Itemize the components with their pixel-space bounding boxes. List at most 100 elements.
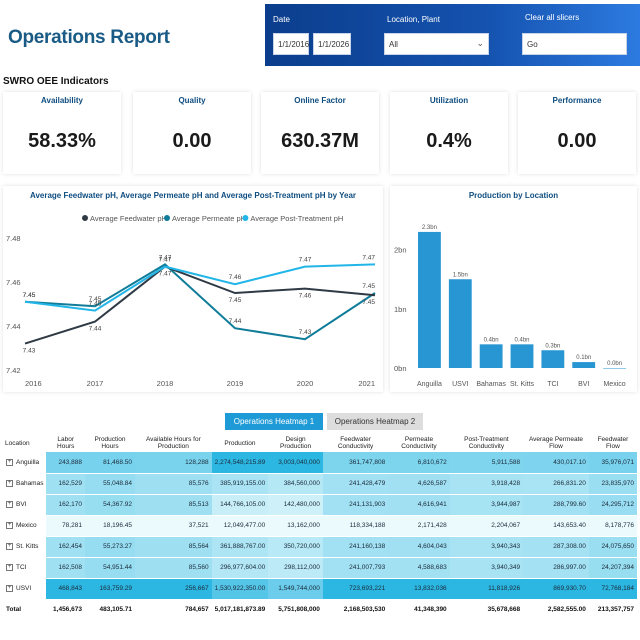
table-cell: 385,919,155.00 <box>211 473 269 495</box>
table-row: + TCI 162,508 54,951.44 85,560 296,977,604.00… <box>3 557 637 579</box>
table-row: + St. Kitts 162,454 55,273.27 85,564 361,888,… <box>3 536 637 558</box>
location-name: Anguilla <box>16 458 40 466</box>
expand-icon[interactable]: + <box>6 479 13 487</box>
table-cell: 163,759.29 <box>84 578 136 600</box>
expand-icon[interactable]: + <box>6 500 13 508</box>
x-tick-label: St. Kitts <box>510 381 535 388</box>
y-tick-label: 2bn <box>394 246 407 255</box>
table-cell: 162,508 <box>46 557 85 579</box>
kpi-label: Utilization <box>429 96 469 105</box>
column-header[interactable]: Production <box>212 434 269 452</box>
table-cell: 350,720,000 <box>268 536 323 558</box>
total-cell: 784,657 <box>135 598 212 621</box>
chevron-down-icon: ⌄ <box>476 38 484 48</box>
location-name: TCI <box>16 564 27 572</box>
expand-icon[interactable]: + <box>6 458 13 466</box>
table-cell: 241,131,903 <box>322 494 389 516</box>
clear-slicers-button[interactable]: Go <box>522 33 627 55</box>
date-start-input[interactable]: 1/1/2016 <box>273 33 309 55</box>
total-cell: 2,168,503,530 <box>322 598 389 621</box>
column-header[interactable]: Post-Treatment Conductivity <box>450 434 523 452</box>
legend-label-1: Average Permeate pH <box>172 214 246 223</box>
clear-slicers-label: Clear all slicers <box>525 13 580 22</box>
table-cell: 37,521 <box>135 515 212 537</box>
table-cell: 4,588,683 <box>388 557 450 579</box>
table-total-row: Total 1,456,673 483,105.71 784,657 5,017,181… <box>3 598 637 621</box>
expand-icon[interactable]: + <box>6 521 13 529</box>
kpi-label: Quality <box>178 96 206 105</box>
kpi-section-title: SWRO OEE Indicators <box>3 76 109 87</box>
table-cell: 24,295,712 <box>588 494 637 516</box>
expand-icon[interactable]: + <box>6 584 13 592</box>
data-label: 7.47 <box>299 257 312 264</box>
table-cell: 13,832,036 <box>388 578 450 600</box>
kpi-card-online-factor: Online Factor 630.37M <box>261 92 379 174</box>
location-name: Mexico <box>16 522 37 530</box>
ph-line-chart: Average Feedwater pH Average Permeate pH A… <box>6 214 376 388</box>
data-label: 0.1bn <box>576 355 591 361</box>
expand-icon[interactable]: + <box>6 563 13 571</box>
data-label: 7.45 <box>362 283 375 290</box>
table-row: + USVI 468,843 163,759.29 256,667 1,530,922,3… <box>3 578 637 600</box>
total-cell: 41,348,390 <box>388 598 450 621</box>
data-label: 7.43 <box>299 329 312 336</box>
table-cell: 1,549,744,000 <box>268 578 323 600</box>
column-header[interactable]: Feedwater Flow <box>589 434 637 452</box>
table-cell: 8,178,776 <box>588 515 637 537</box>
column-header[interactable]: Available Hours for Production <box>135 434 212 452</box>
bar-stkitts <box>510 344 534 368</box>
table-cell: 85,564 <box>135 536 212 558</box>
table-cell: 286,997.00 <box>523 557 589 579</box>
column-header[interactable]: Production Hours <box>85 434 135 452</box>
x-tick-label: Bahamas <box>476 381 506 388</box>
kpi-value: 58.33% <box>28 130 96 152</box>
table-cell: 2,204,067 <box>449 515 524 537</box>
bar-mexico <box>603 368 626 369</box>
x-tick-label: Anguilla <box>417 381 442 388</box>
data-label: 7.47 <box>159 257 172 264</box>
data-label: 0.3bn <box>545 343 560 349</box>
table-cell: 3,944,987 <box>449 494 524 516</box>
table-cell: 85,576 <box>135 473 212 495</box>
data-label: 0.0bn <box>607 361 622 367</box>
table-cell: 18,196.45 <box>84 515 136 537</box>
table-cell: 55,273.27 <box>84 536 136 558</box>
tab-operations-heatmap-2[interactable]: Operations Heatmap 2 <box>327 413 423 430</box>
table-row: + Anguilla 243,888 81,468.50 128,288 2,274,54… <box>3 452 637 474</box>
expand-icon[interactable]: + <box>6 542 13 550</box>
table-cell: 1,530,922,350.00 <box>211 578 269 600</box>
kpi-value: 630.37M <box>281 130 359 152</box>
table-cell: 468,843 <box>46 578 85 600</box>
bar-tci <box>541 350 565 368</box>
x-tick-label: 2017 <box>87 379 104 388</box>
column-header[interactable]: Design Production <box>268 434 323 452</box>
table-cell: 85,560 <box>135 557 212 579</box>
x-tick-label: 2018 <box>157 379 174 388</box>
table-cell: 3,940,349 <box>449 557 524 579</box>
date-end-input[interactable]: 1/1/2026 <box>313 33 351 55</box>
table-cell: 118,334,188 <box>322 515 389 537</box>
x-tick-label: TCI <box>547 381 558 388</box>
table-cell: 23,835,970 <box>588 473 637 495</box>
table-cell: 142,480,000 <box>268 494 323 516</box>
table-cell: 85,513 <box>135 494 212 516</box>
table-cell: 11,818,926 <box>449 578 524 600</box>
bar-bvi <box>572 362 596 368</box>
column-header[interactable]: Labor Hours <box>46 434 84 452</box>
table-cell: 143,653.40 <box>523 515 589 537</box>
y-tick-label: 7.44 <box>6 322 21 331</box>
data-label: 7.43 <box>23 348 36 355</box>
kpi-card-performance: Performance 0.00 <box>518 92 636 174</box>
total-cell: 5,751,808,000 <box>268 598 323 621</box>
column-header[interactable]: Permeate Conductivity <box>388 434 449 452</box>
table-header-row: Location Labor Hours Production Hours Avail… <box>3 434 637 452</box>
column-header[interactable]: Average Permeate Flow <box>523 434 589 452</box>
table-cell: 4,604,043 <box>388 536 450 558</box>
column-header[interactable]: Location <box>3 434 46 452</box>
total-label: Total <box>3 598 47 621</box>
location-dropdown[interactable]: All ⌄ <box>384 33 489 55</box>
data-label: 0.4bn <box>484 337 499 343</box>
tab-operations-heatmap-1[interactable]: Operations Heatmap 1 <box>225 413 323 430</box>
table-cell: 361,888,767.00 <box>211 536 269 558</box>
column-header[interactable]: Feedwater Conductivity <box>323 434 388 452</box>
